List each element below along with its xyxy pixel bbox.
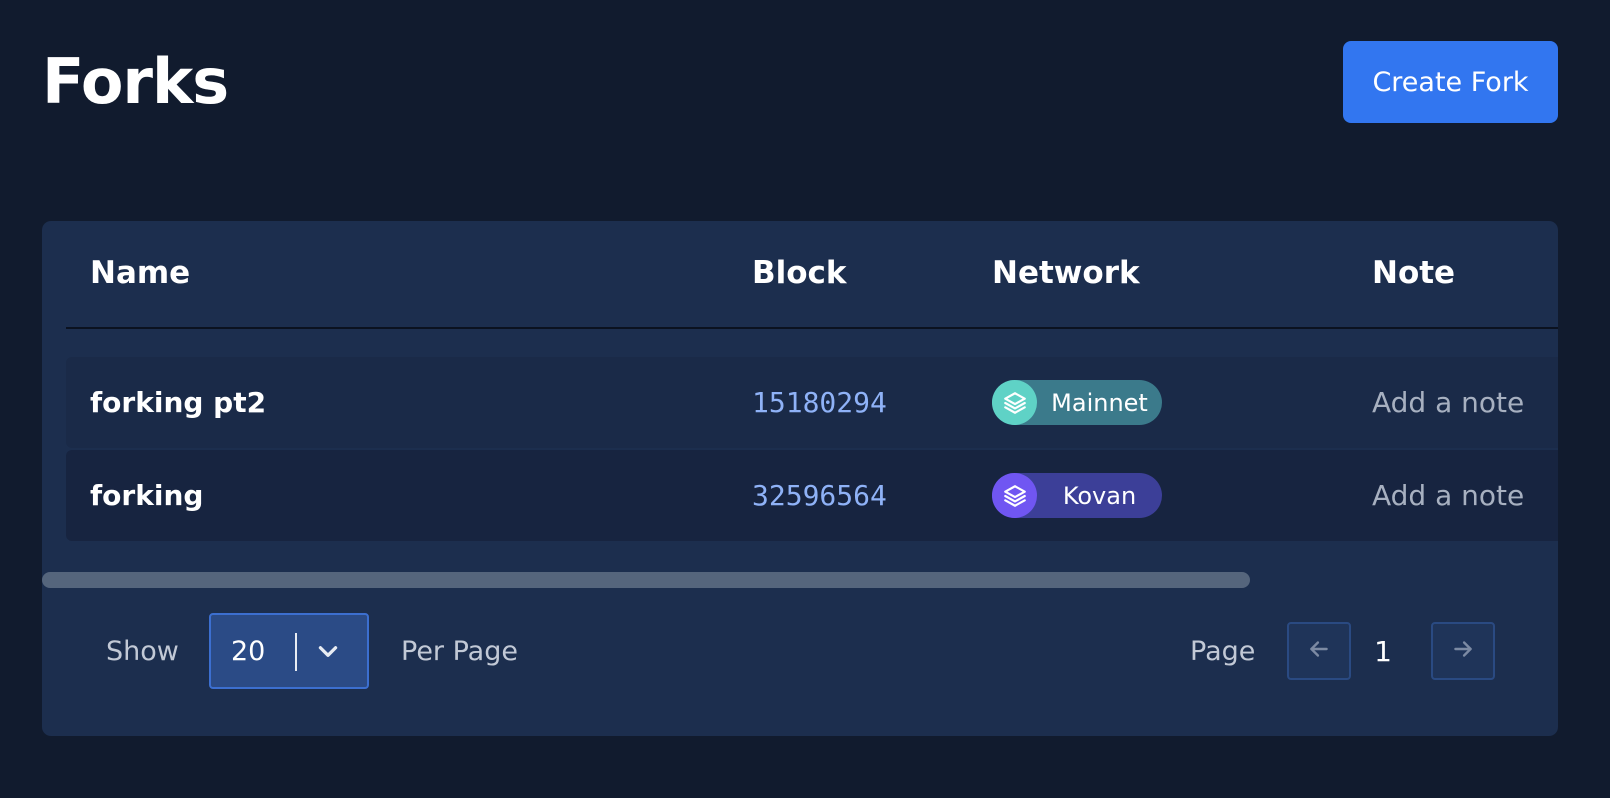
page-title: Forks (42, 45, 229, 118)
block-number[interactable]: 32596564 (752, 450, 887, 541)
table-row[interactable]: forking 32596564 Kovan Add a note (66, 450, 1558, 541)
column-header-name[interactable]: Name (90, 255, 190, 291)
add-note-field[interactable]: Add a note (1372, 357, 1524, 448)
table-header: Name Block Network Note (66, 221, 1558, 329)
network-cell: Mainnet (992, 357, 1162, 448)
forks-table-card: Name Block Network Note forking pt2 1518… (42, 221, 1558, 736)
column-header-network[interactable]: Network (992, 255, 1140, 291)
network-label: Kovan (1062, 481, 1137, 510)
network-cell: Kovan (992, 450, 1162, 541)
table-row[interactable]: forking pt2 15180294 Mainnet Add a note (66, 357, 1558, 448)
network-badge: Mainnet (992, 380, 1162, 425)
column-header-block[interactable]: Block (752, 255, 847, 291)
table-scroll-area: Name Block Network Note forking pt2 1518… (42, 221, 1558, 561)
per-page-label: Per Page (401, 636, 518, 667)
next-page-button[interactable] (1431, 622, 1495, 680)
block-number[interactable]: 15180294 (752, 357, 887, 448)
arrow-left-icon (1306, 636, 1332, 666)
network-label: Mainnet (1051, 388, 1148, 417)
stack-layers-icon (992, 473, 1037, 518)
select-divider (295, 633, 297, 671)
add-note-field[interactable]: Add a note (1372, 450, 1524, 541)
previous-page-button[interactable] (1287, 622, 1351, 680)
show-label: Show (106, 636, 179, 667)
per-page-value: 20 (231, 635, 266, 667)
page-label: Page (1190, 636, 1256, 667)
stack-layers-icon (992, 380, 1037, 425)
network-badge: Kovan (992, 473, 1162, 518)
chevron-down-icon (315, 638, 341, 668)
create-fork-button[interactable]: Create Fork (1343, 41, 1558, 123)
horizontal-scrollbar[interactable] (42, 572, 1250, 588)
arrow-right-icon (1450, 636, 1476, 666)
fork-name[interactable]: forking (90, 450, 203, 541)
current-page-number: 1 (1374, 635, 1392, 668)
per-page-select[interactable]: 20 (209, 613, 369, 689)
fork-name[interactable]: forking pt2 (90, 357, 266, 448)
column-header-note[interactable]: Note (1372, 255, 1455, 291)
